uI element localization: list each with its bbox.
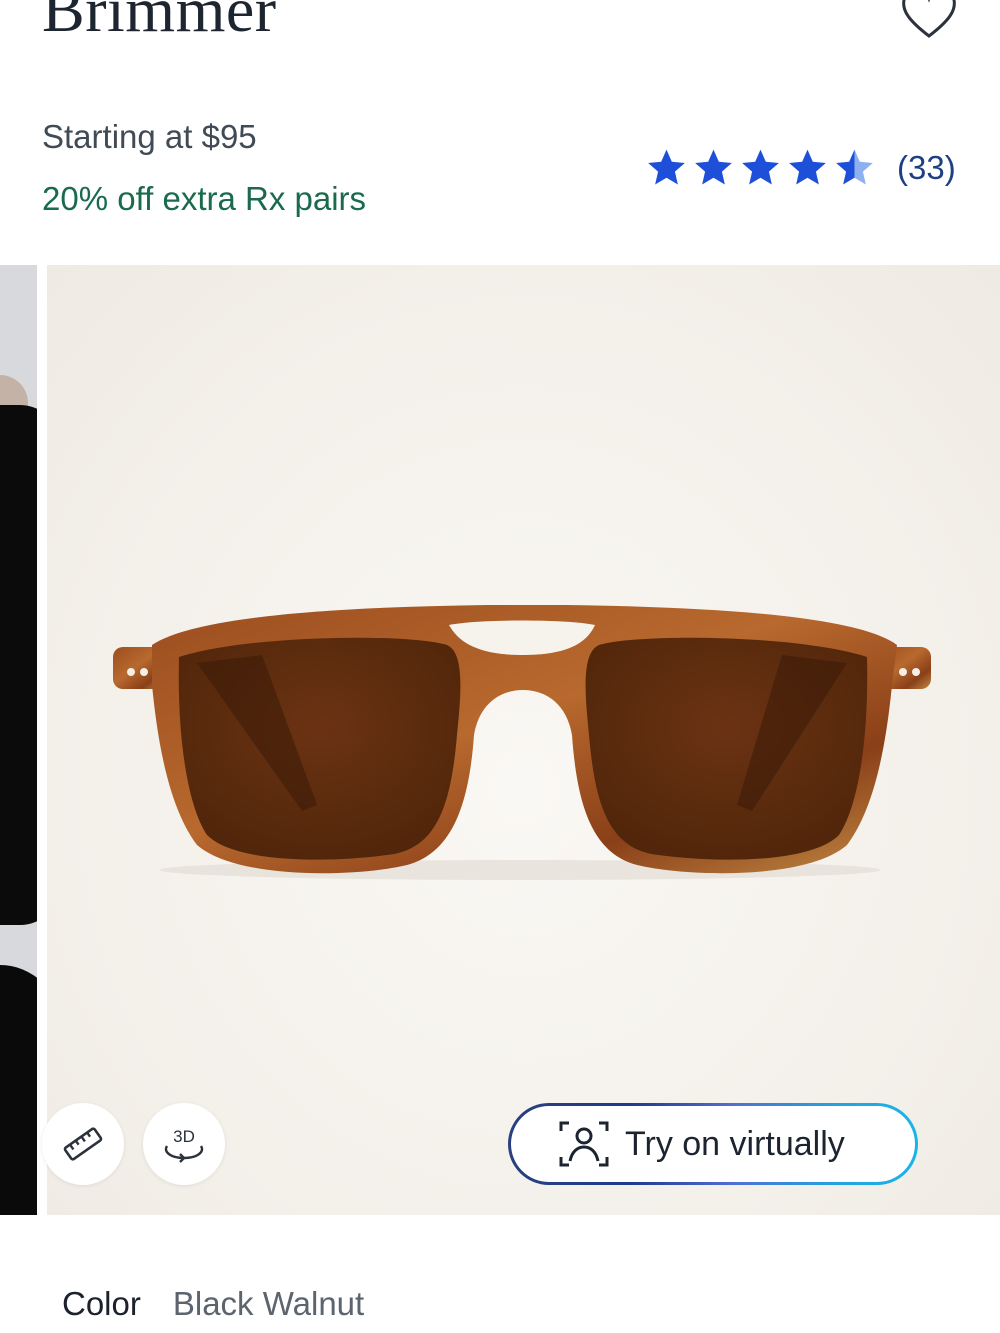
previous-slide-image[interactable]: [0, 265, 37, 1215]
measure-button[interactable]: [42, 1103, 124, 1185]
rating-summary[interactable]: (33): [644, 146, 956, 190]
color-value: Black Walnut: [172, 1285, 365, 1322]
star-rating: [644, 146, 877, 190]
3d-rotate-icon: 3D: [164, 1127, 204, 1163]
color-selector-row: Color Black Walnut: [62, 1285, 364, 1323]
favorite-button[interactable]: [898, 0, 960, 42]
try-on-virtually-button[interactable]: Try on virtually: [508, 1103, 918, 1185]
3d-label: 3D: [173, 1127, 195, 1146]
star-half-icon: [836, 149, 873, 185]
promo-text[interactable]: 20% off extra Rx pairs: [42, 180, 366, 218]
star-icon: [742, 149, 779, 185]
heart-icon: [902, 0, 956, 38]
view-3d-button[interactable]: 3D: [143, 1103, 225, 1185]
star-icon: [789, 149, 826, 185]
star-icon: [648, 149, 685, 185]
face-scan-icon: [559, 1121, 609, 1167]
price-text: Starting at $95: [42, 118, 257, 155]
star-icon: [695, 149, 732, 185]
try-on-label: Try on virtually: [625, 1124, 845, 1163]
product-title: Brimmer: [42, 0, 277, 45]
ruler-icon: [63, 1127, 103, 1161]
product-image: [47, 265, 1000, 1215]
review-count: (33): [897, 149, 956, 186]
color-label: Color: [62, 1285, 141, 1322]
sunglasses-illustration: [113, 605, 931, 880]
